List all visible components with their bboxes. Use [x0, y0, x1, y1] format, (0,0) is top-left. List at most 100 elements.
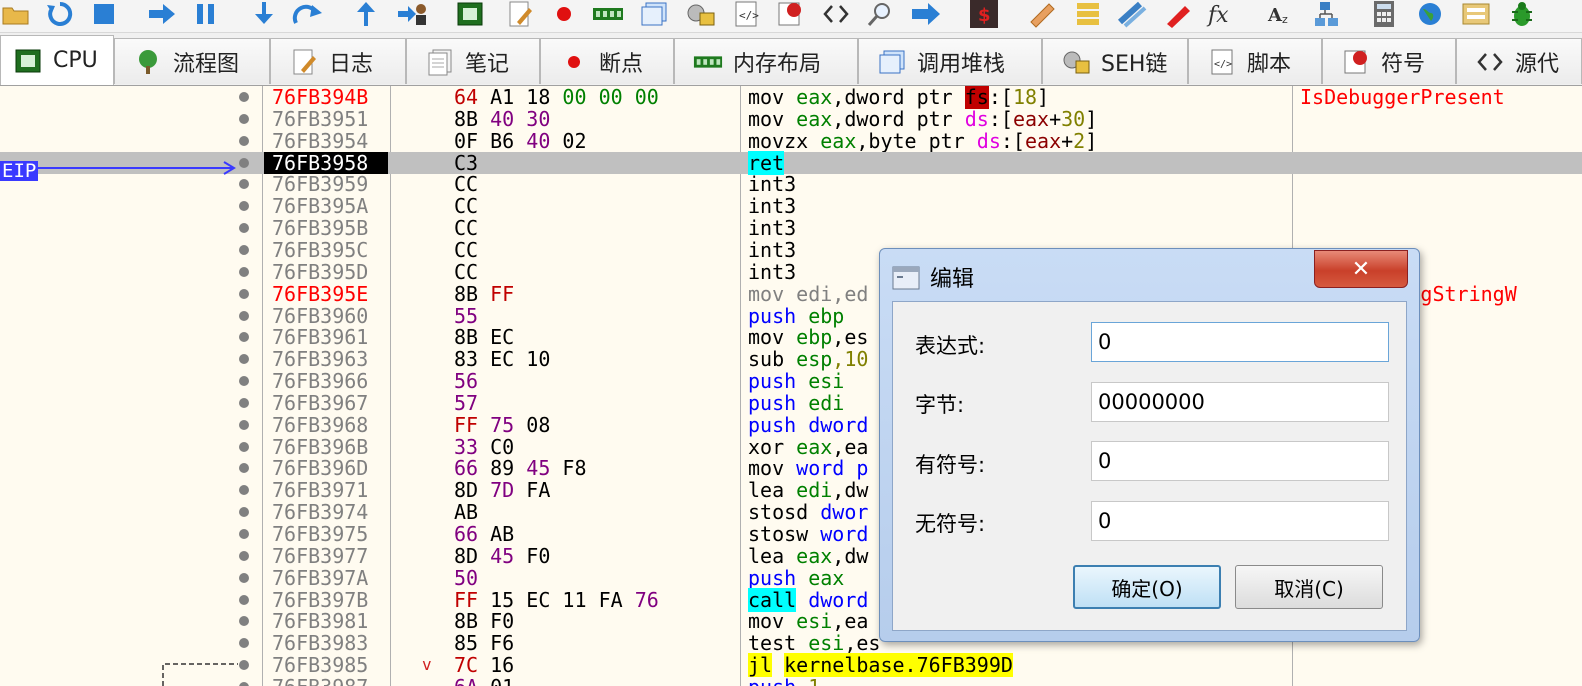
window-icon[interactable]	[638, 0, 670, 28]
instruction-token: push	[748, 565, 809, 590]
settings-icon[interactable]	[1460, 0, 1492, 28]
cpu-icon[interactable]	[454, 0, 486, 28]
breakpoint-dot-icon[interactable]	[239, 135, 249, 146]
tab-memory-map[interactable]: 内存布局	[674, 38, 858, 84]
seh-icon[interactable]	[684, 0, 716, 28]
signed-input[interactable]: 0	[1091, 441, 1389, 481]
tab-cpu[interactable]: CPU	[0, 35, 114, 85]
restart-icon[interactable]	[44, 0, 76, 28]
breakpoint-dot-icon[interactable]	[239, 550, 249, 561]
address-cell: 76FB397A	[272, 565, 369, 590]
function-icon[interactable]: fx	[1206, 0, 1238, 28]
cancel-button[interactable]: 取消(C)	[1235, 565, 1383, 609]
breakpoint-dot-icon[interactable]	[239, 463, 249, 474]
bytes-cell: C3	[454, 152, 478, 174]
open-folder-icon[interactable]	[0, 0, 32, 28]
tab-graph[interactable]: 流程图	[114, 38, 270, 84]
highlighter-icon[interactable]	[1162, 0, 1194, 28]
disasm-row[interactable]: 76FB395A CC int3	[0, 195, 1582, 217]
breakpoint-dot-icon[interactable]	[239, 507, 249, 518]
symbol-icon[interactable]	[774, 0, 806, 28]
unsigned-input[interactable]: 0	[1091, 501, 1389, 541]
font-icon[interactable]: Az	[1264, 0, 1296, 28]
step-out-icon[interactable]	[350, 0, 382, 28]
step-over-icon[interactable]	[292, 0, 324, 28]
breakpoint-dot-icon[interactable]	[239, 92, 249, 102]
byte-value: 0F	[454, 128, 479, 153]
breakpoint-dot-icon[interactable]	[239, 397, 249, 408]
breakpoint-dot-icon[interactable]	[239, 113, 249, 124]
stop-icon[interactable]	[88, 0, 120, 28]
tab-symbols[interactable]: 符号	[1322, 38, 1456, 84]
step-into-icon[interactable]	[248, 0, 280, 28]
breakpoint-dot-icon[interactable]	[239, 485, 249, 496]
breakpoint-dot-icon[interactable]	[239, 266, 249, 277]
find-icon[interactable]	[864, 0, 896, 28]
breakpoint-dot-icon[interactable]	[239, 638, 249, 649]
tree-icon[interactable]	[1310, 0, 1342, 28]
instruction-token: ,dword ptr	[832, 86, 965, 109]
breakpoint-dot-icon[interactable]	[239, 572, 249, 583]
tab-call-stack[interactable]: 调用堆栈	[858, 38, 1042, 84]
breakpoint-dot-icon[interactable]	[239, 288, 249, 299]
bytes-input[interactable]: 00000000	[1091, 382, 1389, 422]
breakpoint-dot-icon[interactable]	[239, 529, 249, 539]
breakpoint-icon[interactable]	[548, 0, 580, 28]
disasm-row[interactable]: 76FB395B CC int3	[0, 217, 1582, 239]
disasm-row[interactable]: 76FB394B 64 A1 18 00 00 00 mov eax,dword p…	[0, 86, 1582, 109]
breakpoint-dot-icon[interactable]	[239, 354, 249, 365]
tab-source[interactable]: 源代	[1456, 38, 1582, 84]
tab-notes[interactable]: 笔记	[406, 38, 540, 84]
bug-icon[interactable]	[1506, 0, 1538, 28]
instruction-token: movzx	[748, 128, 821, 153]
breakpoint-dot-icon[interactable]	[239, 332, 249, 343]
breakpoint-dot-icon[interactable]	[239, 616, 249, 627]
goto-icon[interactable]	[910, 0, 942, 28]
bytes-cell: 55	[454, 305, 478, 327]
bytes-cell: 33 C0	[454, 436, 514, 458]
address-cell: 76FB3963	[272, 347, 369, 372]
log-edit-icon[interactable]	[504, 0, 536, 28]
ok-button-label: 确定(O)	[1111, 576, 1183, 601]
breakpoint-dot-icon[interactable]	[239, 244, 249, 255]
memory-map-icon[interactable]	[592, 0, 624, 28]
source-icon[interactable]	[820, 0, 852, 28]
globe-icon[interactable]	[1414, 0, 1446, 28]
list-icon[interactable]	[1072, 0, 1104, 28]
tab-label: 符号	[1381, 51, 1426, 77]
breakpoint-dot-icon[interactable]	[239, 594, 249, 605]
breakpoint-dot-icon[interactable]	[239, 179, 249, 190]
disasm-row[interactable]: 76FB3951 8B 40 30 mov eax,dword ptr ds:[ea…	[0, 108, 1582, 130]
tab-label: 笔记	[465, 51, 510, 77]
run-to-user-code-icon[interactable]	[396, 0, 428, 28]
step-into-run-icon[interactable]	[146, 0, 178, 28]
bytes-cell: 85 F6	[454, 632, 514, 654]
ok-button[interactable]: 确定(O)	[1073, 565, 1221, 609]
breakpoint-dot-icon[interactable]	[239, 376, 249, 387]
disasm-row[interactable]: 76FB3959 CC int3	[0, 173, 1582, 195]
disasm-row[interactable]: 76FB3954 0F B6 40 02 movzx eax,byte ptr ds…	[0, 130, 1582, 152]
breakpoint-dot-icon[interactable]	[239, 201, 249, 212]
breakpoint-dot-icon[interactable]	[239, 441, 249, 452]
breakpoint-dot-icon[interactable]	[239, 223, 249, 234]
byte-value: C3	[454, 150, 479, 175]
patch-icon[interactable]: $	[968, 0, 1000, 28]
close-button[interactable]: ✕	[1314, 250, 1408, 288]
address-cell: 76FB3983	[272, 631, 369, 656]
instruction-token: ,10	[832, 347, 869, 372]
calculator-icon[interactable]	[1368, 0, 1400, 28]
breakpoint-dot-icon[interactable]	[239, 157, 249, 168]
tab-breakpoints[interactable]: 断点	[540, 38, 674, 84]
edit-dialog[interactable]: 编辑 ✕ 表达式: 0 字节: 00000000 有符号: 0 无符号: 0 确…	[879, 248, 1420, 642]
breakpoint-dot-icon[interactable]	[239, 310, 249, 321]
link-icon[interactable]	[1116, 0, 1148, 28]
tab-script[interactable]: </> 脚本	[1188, 38, 1322, 84]
tab-log[interactable]: 日志	[270, 38, 406, 84]
expression-input[interactable]: 0	[1091, 322, 1389, 362]
pause-icon[interactable]	[190, 0, 222, 28]
script-icon[interactable]: </>	[730, 0, 762, 28]
tab-seh-chain[interactable]: SEH链	[1042, 38, 1188, 84]
breakpoint-dot-icon[interactable]	[239, 419, 249, 430]
plaster-icon[interactable]	[1026, 0, 1058, 28]
bytes-cell: 8D 7D FA	[454, 479, 550, 501]
